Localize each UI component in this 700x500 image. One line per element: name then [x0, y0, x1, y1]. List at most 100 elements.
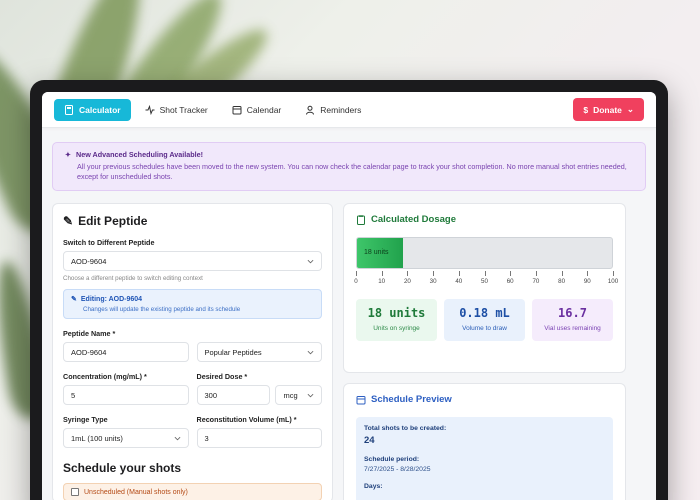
units-value: 18 units — [367, 306, 426, 320]
calendar-icon — [232, 105, 242, 114]
scale-tick-label: 90 — [583, 278, 591, 285]
sparkle-icon: ✦ — [65, 150, 72, 159]
editing-notice: ✎ Editing: AOD-9604 Changes will update t… — [63, 289, 322, 319]
top-navbar: Calculator Shot Tracker Calendar Reminde… — [42, 92, 656, 128]
app-screen: Calculator Shot Tracker Calendar Reminde… — [42, 92, 656, 500]
dose-unit-select[interactable]: mcg — [275, 385, 322, 405]
scale-tick — [433, 271, 435, 276]
chevron-down-icon — [307, 393, 314, 398]
switch-peptide-value: AOD-9604 — [71, 256, 107, 266]
switch-peptide-hint: Choose a different peptide to switch edi… — [63, 275, 203, 282]
scale-tick-label: 20 — [403, 278, 411, 285]
calendar-icon — [356, 395, 366, 404]
calculated-dosage-card: Calculated Dosage 18 units 0 10 20 30 40 50 60… — [343, 203, 626, 373]
days-label: Days: — [364, 483, 383, 490]
peptide-name-label: Peptide Name * — [63, 329, 116, 338]
vial-uses-stat: 16.7 Vial uses remaining — [532, 299, 613, 341]
syringe-type-label: Syringe Type — [63, 415, 108, 424]
scale-tick-label: 50 — [481, 278, 488, 285]
chevron-down-icon — [307, 350, 314, 355]
schedule-preview-card: Schedule Preview Total shots to be creat… — [343, 383, 626, 500]
scale-tick-label: 30 — [429, 278, 437, 285]
peptide-name-value: AOD-9604 — [71, 347, 107, 357]
peptide-name-input[interactable]: AOD-9604 — [63, 342, 189, 362]
reconstitution-input[interactable]: 3 — [196, 428, 322, 448]
volume-stat: 0.18 mL Volume to draw — [444, 299, 525, 341]
reconstitution-value: 3 — [204, 433, 209, 443]
total-shots-label: Total shots to be created: — [364, 425, 447, 432]
scale-tick — [484, 271, 486, 276]
reconstitution-label: Reconstitution Volume (mL) * — [196, 415, 297, 424]
schedule-period-value: 7/27/2025 - 8/28/2025 — [364, 466, 431, 473]
nav-calculator[interactable]: Calculator — [54, 98, 131, 121]
nav-calculator-label: Calculator — [79, 104, 121, 115]
announcement-banner: ✦ New Advanced Scheduling Available! All… — [52, 142, 646, 191]
syringe-type-value: 1mL (100 units) — [71, 433, 123, 443]
volume-label: Volume to draw — [462, 325, 507, 332]
editing-title: Editing: AOD-9604 — [80, 295, 143, 303]
scale-tick — [458, 271, 460, 276]
chevron-down-icon: ⌄ — [626, 104, 634, 114]
nav-calendar[interactable]: Calendar — [222, 99, 292, 121]
syringe-scale: 0 10 20 30 40 50 60 70 80 90 100 — [354, 271, 618, 291]
edit-icon: ✎ — [63, 214, 74, 228]
syringe-fill-label: 18 units — [364, 249, 389, 256]
laptop-frame: Calculator Shot Tracker Calendar Reminde… — [30, 80, 668, 500]
vial-uses-value: 16.7 — [558, 306, 587, 320]
vial-uses-label: Vial uses remaining — [544, 325, 601, 332]
scale-tick — [561, 271, 563, 276]
edit-icon: ✎ — [71, 296, 77, 303]
desired-dose-label: Desired Dose * — [196, 372, 248, 381]
schedule-summary: Total shots to be created: 24 Schedule p… — [356, 417, 613, 500]
clipboard-icon — [357, 214, 365, 225]
units-stat: 18 units Units on syringe — [356, 299, 437, 341]
syringe-type-select[interactable]: 1mL (100 units) — [63, 428, 189, 448]
scale-tick — [587, 271, 589, 276]
scale-tick-label: 0 — [354, 278, 358, 285]
concentration-input[interactable]: 5 — [63, 385, 189, 405]
units-label: Units on syringe — [373, 325, 420, 332]
unscheduled-checkbox[interactable] — [71, 488, 79, 496]
nav-shot-tracker[interactable]: Shot Tracker — [135, 99, 218, 121]
switch-peptide-select[interactable]: AOD-9604 — [63, 251, 322, 271]
unscheduled-option[interactable]: Unscheduled (Manual shots only) — [63, 483, 322, 500]
switch-peptide-label: Switch to Different Peptide — [63, 238, 155, 247]
scale-tick — [613, 271, 614, 276]
user-icon — [306, 105, 315, 115]
schedule-preview-title: Schedule Preview — [371, 394, 452, 405]
chevron-down-icon — [307, 259, 314, 264]
donate-button[interactable]: $ Donate ⌄ — [573, 98, 644, 121]
edit-peptide-title: Edit Peptide — [78, 214, 148, 228]
scale-tick-label: 100 — [607, 278, 619, 285]
banner-body: All your previous schedules have been mo… — [77, 162, 627, 181]
nav-shot-tracker-label: Shot Tracker — [159, 104, 208, 115]
scale-tick — [407, 271, 409, 276]
calculated-dosage-title: Calculated Dosage — [371, 214, 456, 225]
editing-subtitle: Changes will update the existing peptide… — [83, 306, 241, 313]
scale-tick-label: 80 — [558, 278, 566, 285]
scale-tick — [510, 271, 512, 276]
desired-dose-input[interactable]: 300 — [196, 385, 271, 405]
scale-tick-label: 70 — [532, 278, 540, 285]
concentration-value: 5 — [71, 390, 76, 400]
donate-label: Donate — [593, 104, 622, 115]
dose-unit-value: mcg — [283, 390, 298, 400]
nav-calendar-label: Calendar — [246, 104, 282, 115]
banner-title: New Advanced Scheduling Available! — [76, 150, 204, 159]
dollar-icon: $ — [583, 104, 589, 115]
activity-icon — [145, 104, 155, 115]
scale-tick-label: 60 — [506, 278, 514, 285]
concentration-label: Concentration (mg/mL) * — [63, 372, 147, 381]
popular-peptides-value: Popular Peptides — [204, 347, 262, 357]
scale-tick-label: 10 — [378, 278, 386, 285]
scale-tick — [356, 271, 357, 276]
unscheduled-label: Unscheduled (Manual shots only) — [84, 488, 188, 496]
chevron-down-icon — [174, 436, 180, 441]
schedule-shots-title: Schedule your shots — [63, 461, 182, 475]
syringe-visual: 18 units — [356, 237, 613, 269]
popular-peptides-select[interactable]: Popular Peptides — [196, 342, 322, 362]
volume-value: 0.18 mL — [459, 306, 510, 320]
nav-reminders[interactable]: Reminders — [295, 99, 371, 121]
scale-tick — [381, 271, 383, 276]
scale-tick — [535, 271, 537, 276]
